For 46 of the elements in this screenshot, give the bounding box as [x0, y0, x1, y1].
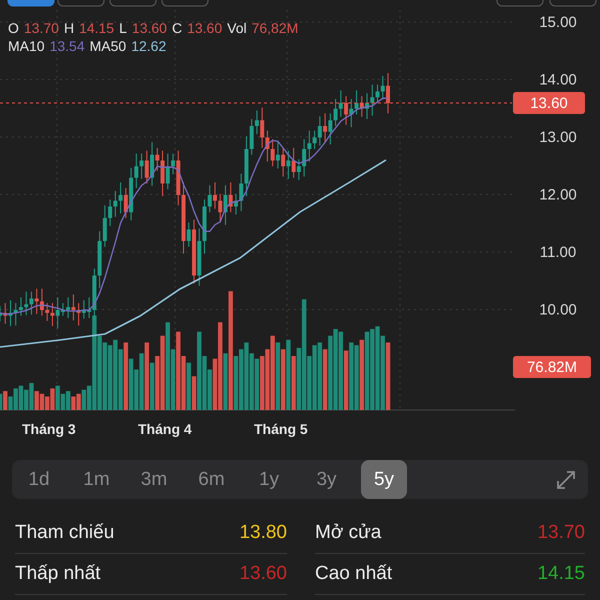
stat-label: Tham chiếu — [15, 522, 114, 544]
quote-label: H — [64, 20, 74, 36]
quote-label: C — [172, 20, 182, 36]
month-label: Tháng 5 — [254, 421, 308, 437]
range-tab[interactable]: 6m — [188, 460, 234, 499]
range-tab[interactable]: 3m — [131, 460, 177, 499]
average-label: MA50 — [90, 38, 126, 54]
average-value: 12.62 — [131, 38, 166, 54]
chart-type-button[interactable] — [550, 0, 596, 6]
quote-value: 14.15 — [79, 20, 114, 36]
stat-label: Cao nhất — [315, 563, 392, 585]
stat-value: 13.60 — [239, 563, 287, 585]
range-tab[interactable]: 1d — [16, 460, 62, 499]
chart-type-button[interactable] — [58, 0, 104, 6]
price-axis-label: 12.00 — [539, 186, 577, 204]
quote-label: O — [8, 20, 19, 36]
quote-value: 13.70 — [24, 20, 59, 36]
chart-type-button[interactable] — [110, 0, 156, 6]
chart-type-button[interactable] — [8, 0, 54, 6]
average-label: MA10 — [8, 38, 45, 54]
range-tab[interactable]: 5y — [361, 460, 407, 499]
price-axis-label: 11.00 — [540, 244, 576, 261]
month-label: Tháng 3 — [22, 421, 76, 437]
stat-label: Thấp nhất — [15, 563, 101, 585]
price-axis-label: 14.00 — [539, 72, 577, 88]
last-volume-tag: 76.82M — [513, 356, 591, 378]
quote-value: 76,82M — [252, 20, 298, 36]
stat-label: Mở cửa — [315, 522, 382, 544]
stat-value: 14.15 — [537, 563, 585, 585]
price-axis-label: 15.00 — [539, 14, 577, 31]
range-tab[interactable]: 1m — [74, 460, 120, 499]
quote-value: 13.60 — [187, 20, 222, 36]
stat-value: 13.70 — [537, 522, 585, 544]
range-tab[interactable]: 1y — [246, 460, 292, 499]
average-value: 13.54 — [50, 38, 85, 54]
stat-value: 13.80 — [239, 522, 287, 544]
price-axis-label: 10.00 — [539, 302, 577, 318]
price-axis-label: 13.00 — [539, 129, 577, 146]
quote-value: 13.60 — [132, 20, 167, 36]
last-price-tag: 13.60 — [513, 92, 585, 114]
quote-label: Vol — [227, 20, 247, 36]
quote-label: L — [119, 20, 127, 36]
month-label: Tháng 4 — [138, 421, 192, 437]
chart-type-button[interactable] — [162, 0, 208, 6]
chart-type-button[interactable] — [496, 0, 544, 6]
range-tab[interactable]: 3y — [304, 460, 350, 499]
